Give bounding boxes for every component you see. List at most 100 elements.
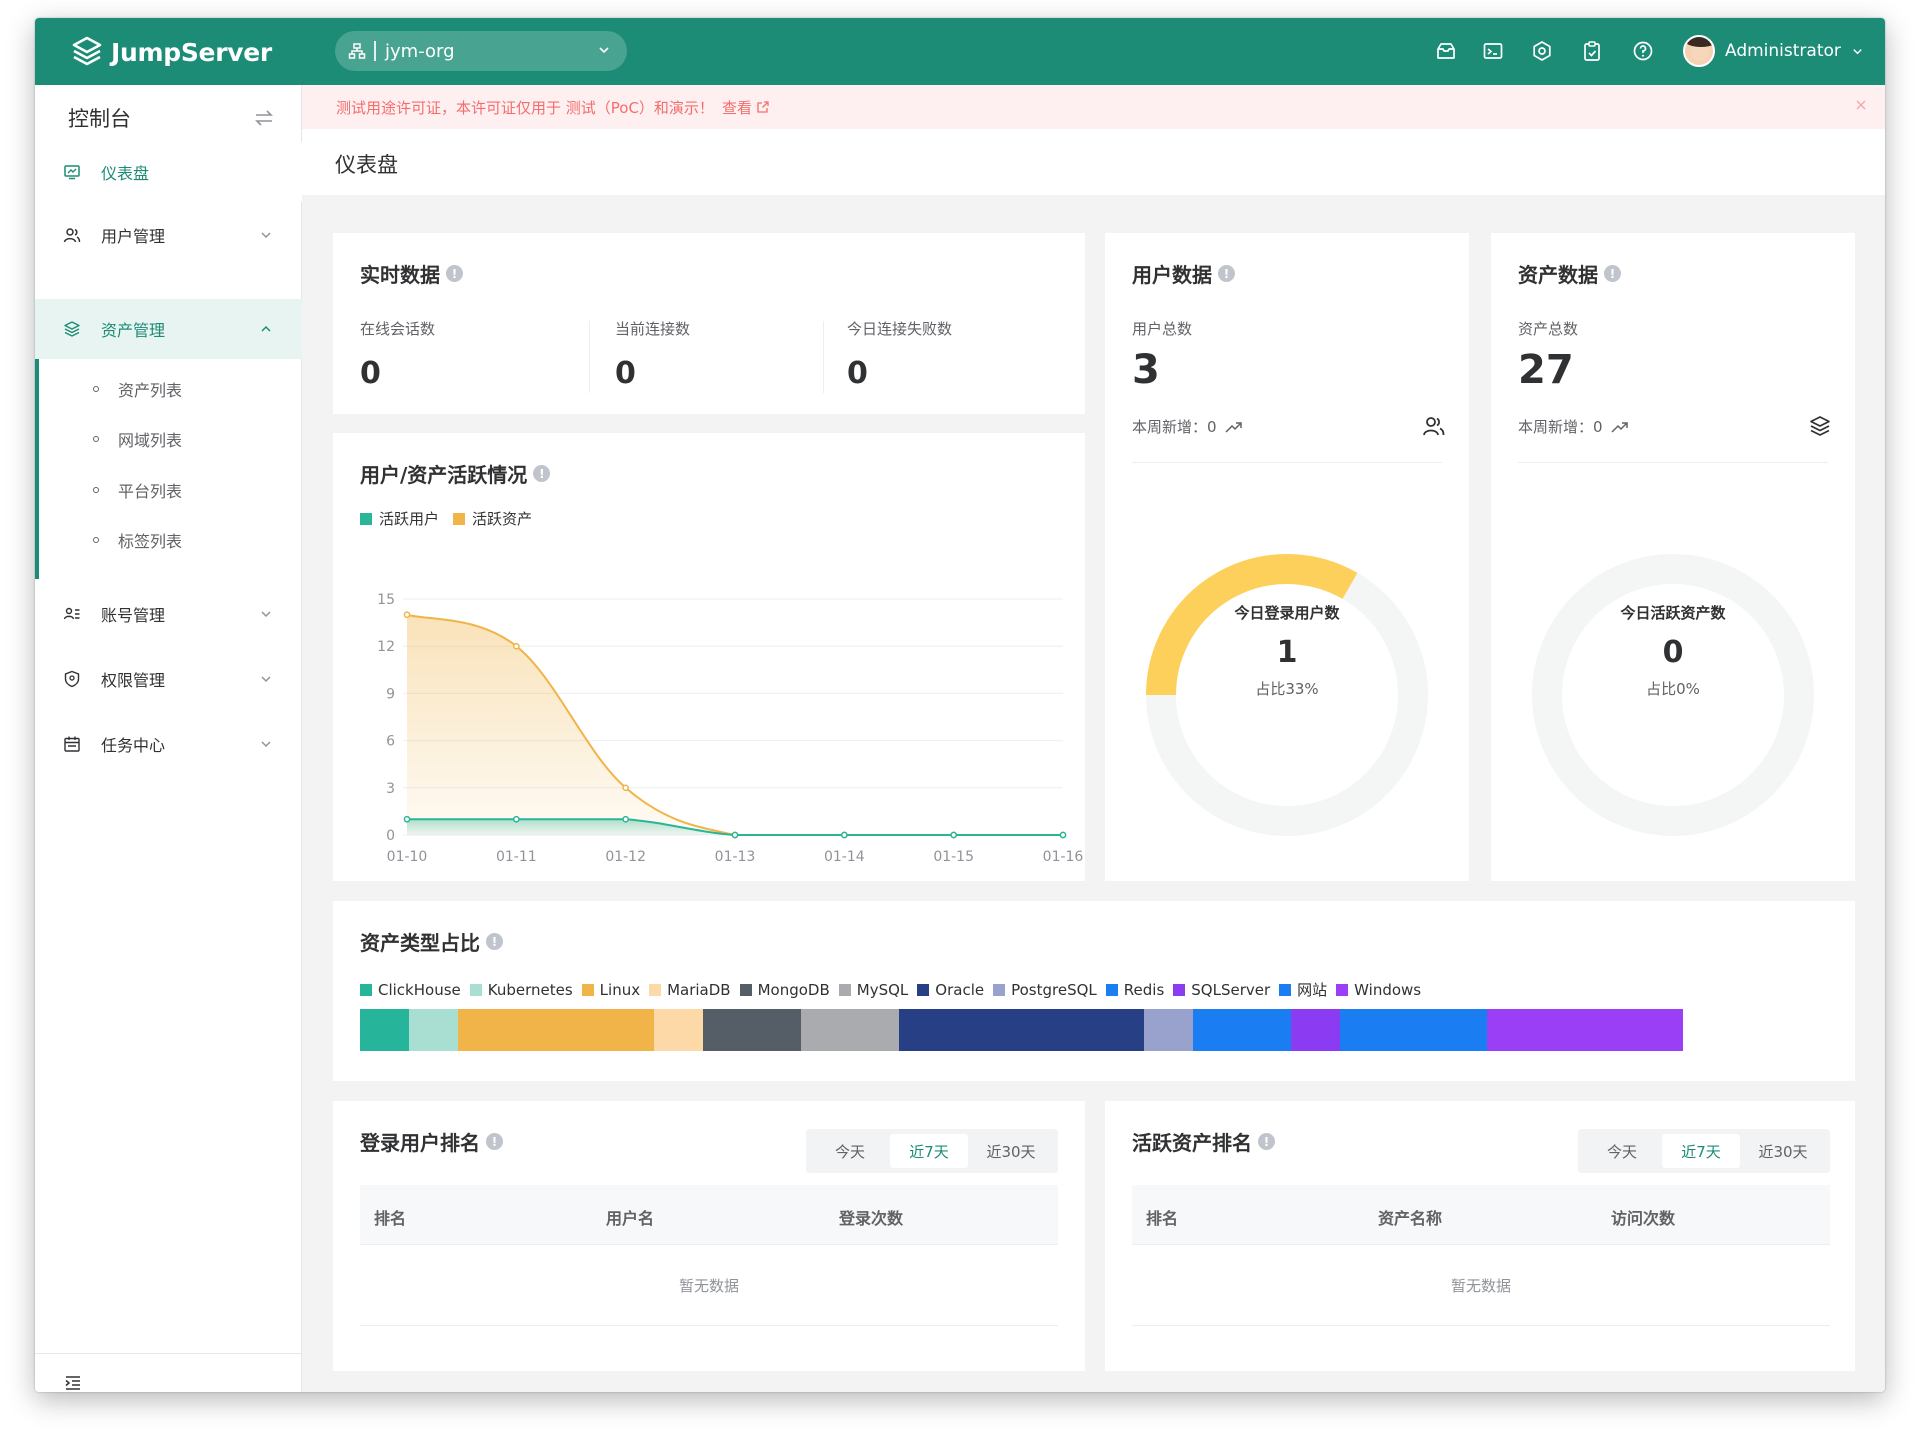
legend-item[interactable]: Redis — [1105, 981, 1164, 999]
legend-item[interactable]: SQLServer — [1173, 981, 1270, 999]
tab-today[interactable]: 今天 — [1582, 1134, 1662, 1168]
tab-30-days[interactable]: 近30天 — [1740, 1134, 1826, 1168]
bar-segment[interactable] — [409, 1009, 458, 1051]
sidebar-subitem-asset-list[interactable]: 资产列表 — [35, 364, 302, 414]
x-tick-label: 01-13 — [715, 849, 756, 865]
legend-label: Oracle — [935, 980, 985, 999]
sidebar-item-accounts[interactable]: 账号管理 — [35, 584, 302, 644]
sidebar-title: 控制台 — [68, 107, 131, 131]
info-icon[interactable]: ! — [486, 1133, 503, 1150]
legend-label: Windows — [1354, 980, 1422, 999]
info-icon[interactable]: ! — [446, 265, 463, 282]
legend-item[interactable]: 网站 — [1279, 979, 1327, 1000]
brand-name: JumpServer — [111, 37, 272, 67]
bar-segment[interactable] — [801, 1009, 899, 1051]
asset-type-bar — [360, 1009, 1683, 1051]
y-tick-label: 9 — [386, 686, 395, 702]
users-icon — [63, 228, 81, 243]
sidebar-item-users[interactable]: 用户管理 — [35, 205, 302, 265]
bar-segment[interactable] — [654, 1009, 703, 1051]
bar-segment[interactable] — [1487, 1009, 1683, 1051]
sidebar-item-permissions[interactable]: 权限管理 — [35, 649, 302, 709]
brand-logo[interactable]: JumpServer — [70, 32, 272, 72]
bar-segment[interactable] — [703, 1009, 801, 1051]
legend-item[interactable]: Windows — [1336, 981, 1421, 999]
chevron-down-icon — [261, 676, 271, 683]
asset-type-legend: ClickHouse Kubernetes Linux MariaDB MongoDB M… — [360, 979, 1430, 1000]
activity-card: 用户/资产活跃情况 ! 活跃用户 活跃资产 0 3 6 9 12 15 01-10 01-11… — [333, 433, 1085, 881]
legend-label: 网站 — [1297, 981, 1328, 999]
y-tick-label: 15 — [377, 592, 395, 608]
bar-segment[interactable] — [458, 1009, 654, 1051]
clipboard-icon[interactable] — [1581, 40, 1603, 62]
legend-item[interactable]: MariaDB — [649, 981, 731, 999]
collapse-menu-icon[interactable] — [64, 1375, 82, 1391]
bar-segment[interactable] — [1340, 1009, 1487, 1051]
mailbox-icon[interactable] — [1435, 40, 1457, 62]
column-header: 用户名 — [606, 1209, 655, 1228]
info-icon[interactable]: ! — [1604, 265, 1621, 282]
legend-label: MySQL — [856, 980, 909, 999]
bar-segment[interactable] — [360, 1009, 409, 1051]
info-icon[interactable]: ! — [1218, 265, 1235, 282]
sidebar-subitem-platform-list[interactable]: 平台列表 — [35, 465, 302, 515]
help-icon[interactable] — [1632, 40, 1654, 62]
week-label: 本周新增： — [1518, 418, 1594, 436]
bar-segment[interactable] — [899, 1009, 1144, 1051]
settings-icon[interactable] — [1531, 40, 1553, 62]
terminal-icon[interactable] — [1482, 40, 1504, 62]
user-menu[interactable]: Administrator — [1683, 32, 1864, 70]
legend-item[interactable]: Linux — [581, 981, 640, 999]
info-icon[interactable]: ! — [486, 933, 503, 950]
data-point — [403, 611, 411, 619]
sidebar-item-tasks[interactable]: 任务中心 — [35, 714, 302, 774]
legend-item[interactable]: ClickHouse — [360, 981, 461, 999]
legend-label: MariaDB — [667, 980, 731, 999]
legend-label: MongoDB — [757, 980, 830, 999]
sidebar-item-assets[interactable]: 资产管理 — [35, 299, 302, 359]
data-point — [512, 815, 520, 823]
account-icon — [63, 607, 80, 620]
tab-7-days[interactable]: 近7天 — [890, 1134, 968, 1168]
donut-center: 今日登录用户数 1 占比33% — [1187, 602, 1387, 699]
empty-state: 暂无数据 — [1132, 1246, 1830, 1326]
bar-segment[interactable] — [1144, 1009, 1193, 1051]
asset-rank-title: 活跃资产排名 — [1132, 1131, 1252, 1155]
data-point — [731, 831, 739, 839]
donut-label: 今日活跃资产数 — [1620, 604, 1726, 622]
legend-swatch — [1105, 983, 1118, 996]
legend-swatch — [1279, 983, 1292, 996]
legend-item[interactable]: Oracle — [917, 981, 984, 999]
tab-today[interactable]: 今天 — [810, 1134, 890, 1168]
tab-30-days[interactable]: 近30天 — [968, 1134, 1054, 1168]
view-switch-icon[interactable] — [253, 108, 275, 128]
legend-item[interactable]: PostgreSQL — [993, 981, 1097, 999]
sidebar-item-label: 用户管理 — [101, 227, 166, 246]
bar-segment[interactable] — [1193, 1009, 1291, 1051]
legend-item[interactable]: MongoDB — [739, 980, 830, 999]
data-point — [403, 815, 411, 823]
bar-segment[interactable] — [1291, 1009, 1340, 1051]
login-rank-card: 登录用户排名 ! 今天 近7天 近30天 排名 用户名 登录次数 暂无数据 — [333, 1101, 1085, 1371]
table-header: 排名 资产名称 访问次数 — [1132, 1185, 1830, 1245]
alert-text: 测试用途许可证，本许可证仅用于 测试（PoC）和演示！ — [336, 98, 714, 117]
close-icon[interactable] — [1855, 99, 1867, 111]
tab-7-days[interactable]: 近7天 — [1662, 1134, 1740, 1168]
sidebar-subitem-label: 标签列表 — [118, 532, 183, 551]
legend-item[interactable]: Kubernetes — [469, 980, 573, 999]
bullet-icon — [93, 537, 99, 543]
asset-total-label: 资产总数 — [1518, 320, 1579, 338]
org-selector[interactable]: jym-org — [335, 31, 627, 71]
legend-item[interactable]: MySQL — [838, 980, 909, 999]
sidebar-subitem-domain-list[interactable]: 网域列表 — [35, 414, 302, 464]
legend-label: Kubernetes — [487, 980, 573, 999]
external-link-icon[interactable] — [756, 100, 770, 114]
donut-label: 今日登录用户数 — [1234, 604, 1340, 622]
card-title: 登录用户排名 ! — [360, 1127, 503, 1156]
info-icon[interactable]: ! — [1258, 1133, 1275, 1150]
series-area — [407, 614, 1063, 835]
alert-link[interactable]: 查看 — [722, 97, 752, 118]
org-name: jym-org — [385, 40, 455, 62]
sidebar-item-dashboard[interactable]: 仪表盘 — [35, 142, 302, 202]
sidebar-subitem-label-list[interactable]: 标签列表 — [35, 515, 302, 565]
